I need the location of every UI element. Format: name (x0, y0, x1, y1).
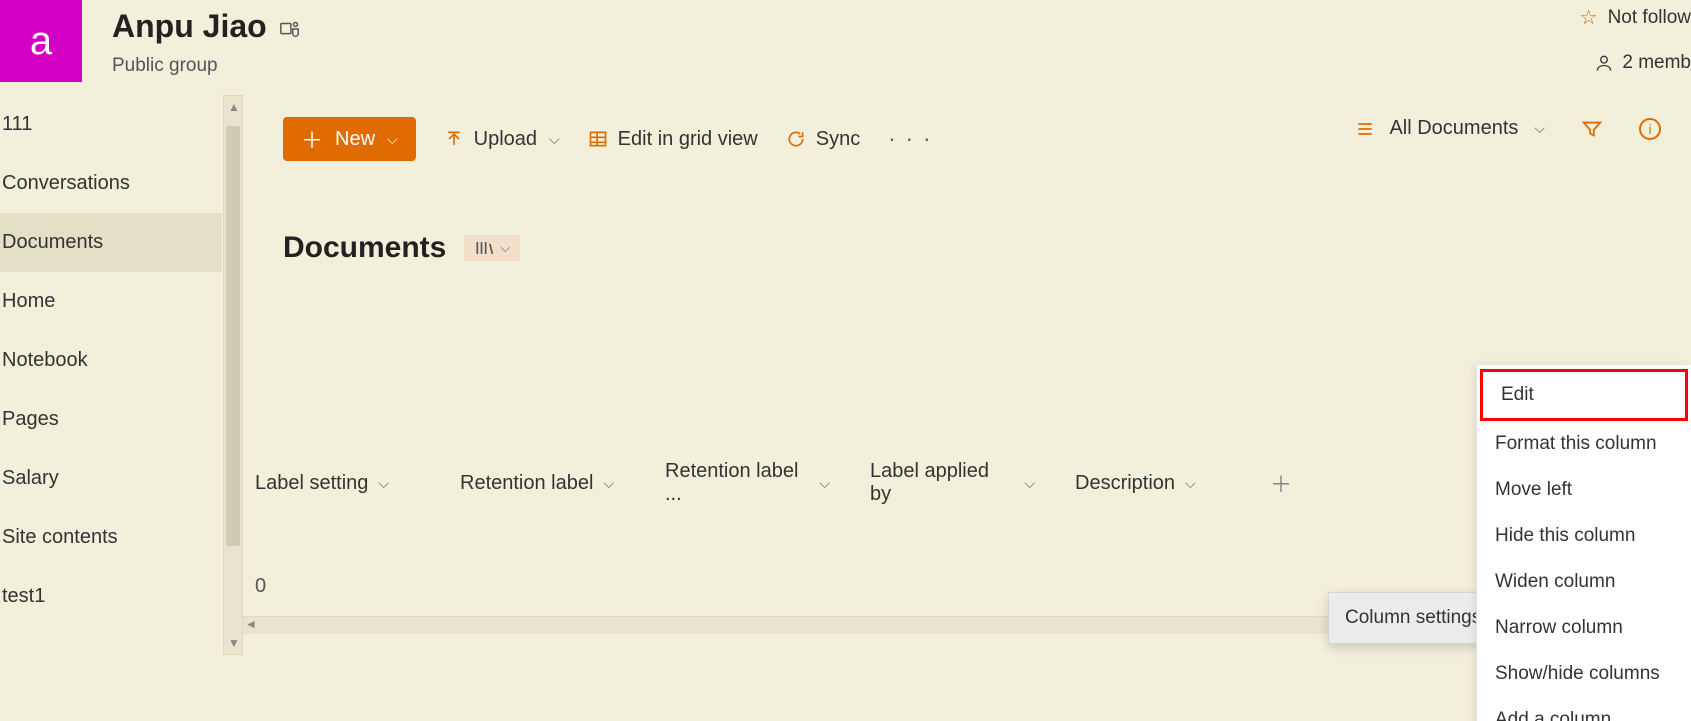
edit-grid-button[interactable]: Edit in grid view (588, 128, 758, 151)
library-title: Documents (283, 231, 446, 265)
chevron-down-icon: ⌵ (1024, 475, 1035, 492)
column-header-label: Retention label (460, 472, 593, 495)
teams-icon[interactable] (279, 16, 301, 38)
sidebar-scrollbar[interactable]: ▲ ▼ (223, 95, 243, 655)
upload-button[interactable]: Upload ⌵ (444, 128, 560, 151)
add-column-button[interactable]: ＋ (1270, 467, 1292, 499)
scroll-thumb[interactable] (226, 126, 240, 546)
scroll-left-arrow-icon[interactable]: ◄ (245, 617, 257, 631)
sidebar-item-home[interactable]: Home (0, 272, 222, 331)
site-header: a Anpu Jiao Public group ☆ Not follow (0, 0, 1691, 95)
person-icon (1594, 53, 1614, 73)
list-icon (1355, 121, 1375, 137)
grid-icon (588, 129, 608, 149)
chevron-down-icon: ⌵ (387, 131, 398, 148)
column-header-label: Label setting (255, 472, 368, 495)
sync-icon (786, 129, 806, 149)
menu-item-move-left[interactable]: Move left (1477, 467, 1691, 513)
chevron-down-icon: ⌵ (1185, 475, 1196, 492)
upload-icon (444, 129, 464, 149)
cell-value: 0 (255, 575, 266, 598)
plus-icon: ＋ (301, 123, 323, 155)
sidebar-item-notebook[interactable]: Notebook (0, 331, 222, 390)
main-content: ＋ New ⌵ Upload ⌵ Edit in grid view (243, 95, 1691, 721)
site-subtitle: Public group (112, 55, 301, 77)
members-label: 2 memb (1622, 52, 1691, 74)
column-header-label-setting[interactable]: Label setting ⌵ (255, 472, 460, 495)
follow-button[interactable]: ☆ Not follow (1580, 5, 1691, 30)
chevron-down-icon: ⌵ (378, 475, 389, 492)
column-header-retention-label[interactable]: Retention label ⌵ (460, 472, 665, 495)
menu-item-narrow-column[interactable]: Narrow column (1477, 605, 1691, 651)
sidebar-item-documents[interactable]: Documents (0, 213, 222, 272)
members-link[interactable]: 2 memb (1580, 52, 1691, 74)
menu-item-hide-column[interactable]: Hide this column (1477, 513, 1691, 559)
site-title: Anpu Jiao (112, 8, 267, 45)
sidebar-item-111[interactable]: 111 (0, 95, 222, 154)
star-icon: ☆ (1580, 5, 1598, 30)
library-view-toggle[interactable]: ⌵ (464, 235, 520, 261)
sidebar-item-pages[interactable]: Pages (0, 390, 222, 449)
column-header-row: Label setting ⌵ Retention label ⌵ Retent… (243, 460, 1691, 506)
more-actions-button[interactable]: · · · (888, 126, 932, 152)
site-title-block: Anpu Jiao Public group (82, 0, 301, 77)
chevron-down-icon: ⌵ (603, 475, 614, 492)
chevron-down-icon: ⌵ (549, 131, 560, 148)
chevron-down-icon: ⌵ (1534, 120, 1545, 137)
library-icon (474, 239, 494, 257)
column-header-label: Retention label ... (665, 460, 809, 506)
sync-button[interactable]: Sync (786, 128, 860, 151)
column-header-label: Description (1075, 472, 1175, 495)
scroll-down-arrow-icon[interactable]: ▼ (228, 636, 240, 650)
column-header-label: Label applied by (870, 460, 1014, 506)
sidebar-item-salary[interactable]: Salary (0, 449, 222, 508)
scroll-up-arrow-icon[interactable]: ▲ (228, 100, 240, 114)
sidebar-item-site-contents[interactable]: Site contents (0, 508, 222, 567)
site-logo[interactable]: a (0, 0, 82, 82)
view-label: All Documents (1389, 117, 1518, 140)
column-settings-submenu: Edit Format this column Move left Hide t… (1476, 365, 1691, 721)
filter-icon[interactable] (1581, 118, 1603, 140)
upload-label: Upload (474, 128, 537, 151)
info-icon[interactable]: i (1639, 118, 1661, 140)
new-label: New (335, 128, 375, 151)
column-header-label-applied-by[interactable]: Label applied by ⌵ (870, 460, 1075, 506)
view-switcher[interactable]: All Documents ⌵ (1355, 117, 1545, 140)
chevron-down-icon: ⌵ (500, 240, 510, 256)
left-nav: 111 Conversations Documents Home Noteboo… (0, 95, 243, 721)
edit-grid-label: Edit in grid view (618, 128, 758, 151)
sidebar-item-test1[interactable]: test1 (0, 567, 222, 626)
menu-item-edit[interactable]: Edit (1480, 369, 1688, 421)
column-header-description[interactable]: Description ⌵ (1075, 472, 1270, 495)
menu-item-format-column[interactable]: Format this column (1477, 421, 1691, 467)
sync-label: Sync (816, 128, 860, 151)
column-header-retention-label-applied[interactable]: Retention label ... ⌵ (665, 460, 870, 506)
menu-item-label: Column settings (1345, 607, 1481, 629)
follow-label: Not follow (1608, 7, 1691, 29)
menu-item-widen-column[interactable]: Widen column (1477, 559, 1691, 605)
sidebar-item-conversations[interactable]: Conversations (0, 154, 222, 213)
menu-item-show-hide-columns[interactable]: Show/hide columns (1477, 651, 1691, 697)
new-button[interactable]: ＋ New ⌵ (283, 117, 416, 161)
chevron-down-icon: ⌵ (819, 475, 830, 492)
menu-item-add-column[interactable]: Add a column (1477, 697, 1691, 721)
